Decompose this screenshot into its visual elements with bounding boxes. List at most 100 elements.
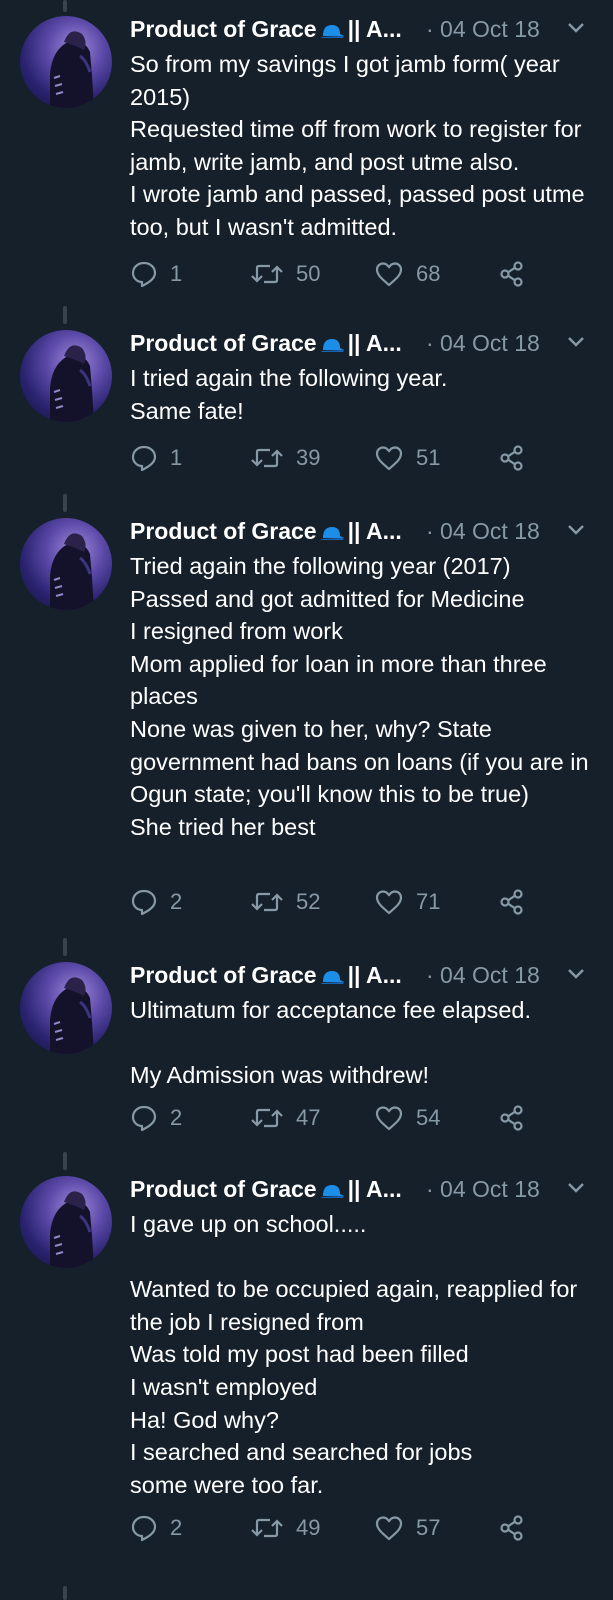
- heart-icon: [375, 1516, 403, 1541]
- avatar-image: [50, 345, 94, 422]
- like-count: 51: [416, 445, 441, 470]
- reply-count: 2: [170, 1105, 183, 1130]
- tweet-text: I tried again the following year. Same f…: [130, 365, 448, 424]
- tweet-header: Product of Grace || A... · 04 Oct 18: [130, 516, 595, 546]
- tweet-date[interactable]: · 04 Oct 18: [426, 516, 540, 546]
- share-icon: [500, 445, 523, 471]
- like-button[interactable]: 54: [374, 1102, 440, 1134]
- like-count: 57: [416, 1515, 441, 1540]
- share-button[interactable]: [498, 1102, 526, 1134]
- reply-count: 1: [170, 445, 183, 470]
- heart-icon: [375, 890, 403, 915]
- like-count: 68: [416, 261, 441, 286]
- thread-line: [63, 1586, 67, 1600]
- retweet-icon: [251, 1108, 283, 1128]
- like-button[interactable]: 57: [374, 1512, 440, 1544]
- thread-line: [63, 1152, 67, 1170]
- author-name[interactable]: Product of Grace: [130, 16, 317, 42]
- author-name[interactable]: Product of Grace: [130, 962, 317, 988]
- reply-button[interactable]: 2: [130, 1512, 182, 1544]
- share-icon: [500, 1515, 523, 1541]
- retweet-icon: [251, 448, 283, 468]
- chevron-down-icon[interactable]: [566, 335, 586, 349]
- retweet-button[interactable]: 49: [250, 1512, 320, 1544]
- tweet-actions: 1 39 51: [130, 442, 600, 474]
- like-button[interactable]: 71: [374, 886, 440, 918]
- avatar[interactable]: [20, 962, 112, 1054]
- reply-button[interactable]: 2: [130, 1102, 182, 1134]
- avatar[interactable]: [20, 16, 112, 108]
- tweet-date[interactable]: · 04 Oct 18: [426, 328, 540, 358]
- avatar-image: [50, 977, 94, 1054]
- retweet-icon: [251, 264, 283, 284]
- reply-button[interactable]: 1: [130, 442, 182, 474]
- tweet-date[interactable]: · 04 Oct 18: [426, 1174, 540, 1204]
- blue-cap-emoji: [320, 338, 344, 352]
- share-button[interactable]: [498, 886, 526, 918]
- tweet-text: I gave up on school..... Wanted to be oc…: [130, 1211, 578, 1498]
- retweet-count: 52: [296, 889, 321, 914]
- author-name[interactable]: Product of Grace: [130, 518, 317, 544]
- tweet-actions: 1 50 68: [130, 258, 600, 290]
- blue-cap-emoji: [320, 970, 344, 984]
- retweet-button[interactable]: 52: [250, 886, 320, 918]
- share-button[interactable]: [498, 442, 526, 474]
- retweet-icon: [251, 892, 283, 912]
- reply-button[interactable]: 1: [130, 258, 182, 290]
- tweet-date[interactable]: · 04 Oct 18: [426, 14, 540, 44]
- reply-count: 2: [170, 1515, 183, 1540]
- reply-count: 1: [170, 261, 183, 286]
- reply-icon: [131, 1105, 157, 1132]
- tweet-header: Product of Grace || A... · 04 Oct 18: [130, 14, 595, 44]
- like-button[interactable]: 51: [374, 442, 440, 474]
- like-button[interactable]: 68: [374, 258, 440, 290]
- author-name[interactable]: Product of Grace: [130, 1176, 317, 1202]
- tweet-text: Ultimatum for acceptance fee elapsed. My…: [130, 997, 532, 1089]
- tweet-actions: 2 52 71: [130, 886, 600, 918]
- share-button[interactable]: [498, 258, 526, 290]
- share-button[interactable]: [498, 1512, 526, 1544]
- tweet-date[interactable]: · 04 Oct 18: [426, 960, 540, 990]
- reply-icon: [131, 261, 157, 288]
- avatar[interactable]: [20, 330, 112, 422]
- like-count: 54: [416, 1105, 441, 1130]
- avatar-image: [50, 1191, 94, 1268]
- avatar[interactable]: [20, 1176, 112, 1268]
- author-name[interactable]: Product of Grace: [130, 330, 317, 356]
- blue-cap-emoji: [320, 1184, 344, 1198]
- tweet-actions: 2 49 57: [130, 1512, 600, 1544]
- share-icon: [500, 889, 523, 915]
- tweet-header: Product of Grace || A... · 04 Oct 18: [130, 960, 595, 990]
- retweet-count: 50: [296, 261, 321, 286]
- reply-icon: [131, 445, 157, 472]
- like-count: 71: [416, 889, 441, 914]
- avatar[interactable]: [20, 518, 112, 610]
- chevron-down-icon[interactable]: [566, 21, 586, 35]
- thread-line: [63, 306, 67, 324]
- retweet-count: 49: [296, 1515, 321, 1540]
- retweet-button[interactable]: 50: [250, 258, 320, 290]
- reply-button[interactable]: 2: [130, 886, 182, 918]
- chevron-down-icon[interactable]: [566, 967, 586, 981]
- heart-icon: [375, 1106, 403, 1131]
- retweet-count: 39: [296, 445, 321, 470]
- retweet-button[interactable]: 39: [250, 442, 320, 474]
- chevron-down-icon[interactable]: [566, 523, 586, 537]
- blue-cap-emoji: [320, 24, 344, 38]
- heart-icon: [375, 446, 403, 471]
- author-suffix: || A...: [347, 1176, 402, 1202]
- share-icon: [500, 261, 523, 287]
- retweet-icon: [251, 1518, 283, 1538]
- tweet-text: So from my savings I got jamb form( year…: [130, 51, 585, 240]
- author-suffix: || A...: [347, 330, 402, 356]
- thread-line: [63, 938, 67, 956]
- retweet-count: 47: [296, 1105, 321, 1130]
- chevron-down-icon[interactable]: [566, 1181, 586, 1195]
- retweet-button[interactable]: 47: [250, 1102, 320, 1134]
- reply-count: 2: [170, 889, 183, 914]
- avatar-image: [50, 31, 94, 108]
- author-suffix: || A...: [347, 16, 402, 42]
- blue-cap-emoji: [320, 526, 344, 540]
- tweet-header: Product of Grace || A... · 04 Oct 18: [130, 1174, 595, 1204]
- heart-icon: [375, 262, 403, 287]
